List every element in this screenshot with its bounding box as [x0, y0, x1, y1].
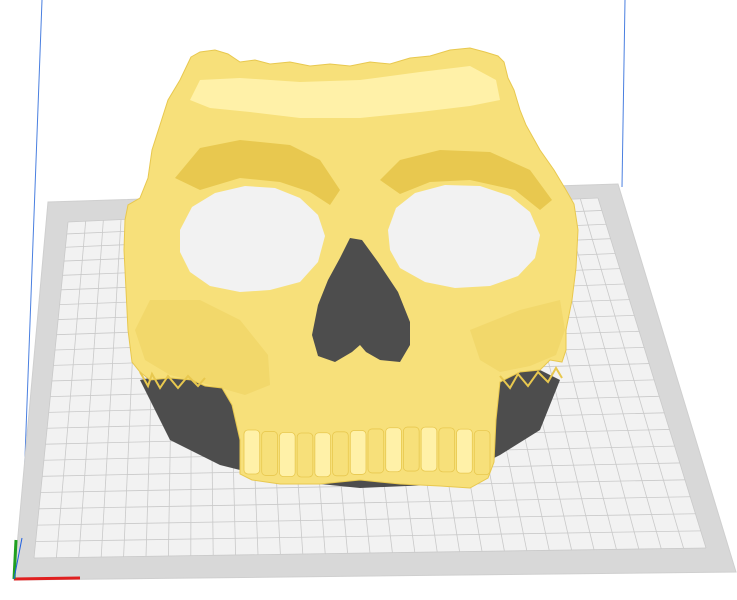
tooth — [296, 432, 314, 478]
eye-socket-left — [180, 186, 325, 292]
tooth — [438, 427, 455, 473]
tooth — [473, 430, 491, 476]
tooth — [367, 428, 385, 474]
tooth — [279, 432, 296, 477]
tooth — [456, 428, 473, 474]
build-volume-edge-right — [621, 0, 626, 188]
3d-viewport[interactable] — [0, 0, 737, 600]
tooth — [243, 429, 261, 475]
scene-canvas[interactable] — [0, 0, 737, 600]
tooth — [420, 426, 438, 472]
tooth — [385, 427, 402, 473]
x-axis-line — [13, 576, 81, 581]
tooth — [349, 430, 367, 475]
tooth — [314, 432, 331, 478]
tooth — [403, 426, 420, 472]
tooth — [332, 431, 349, 477]
tooth — [261, 431, 278, 476]
